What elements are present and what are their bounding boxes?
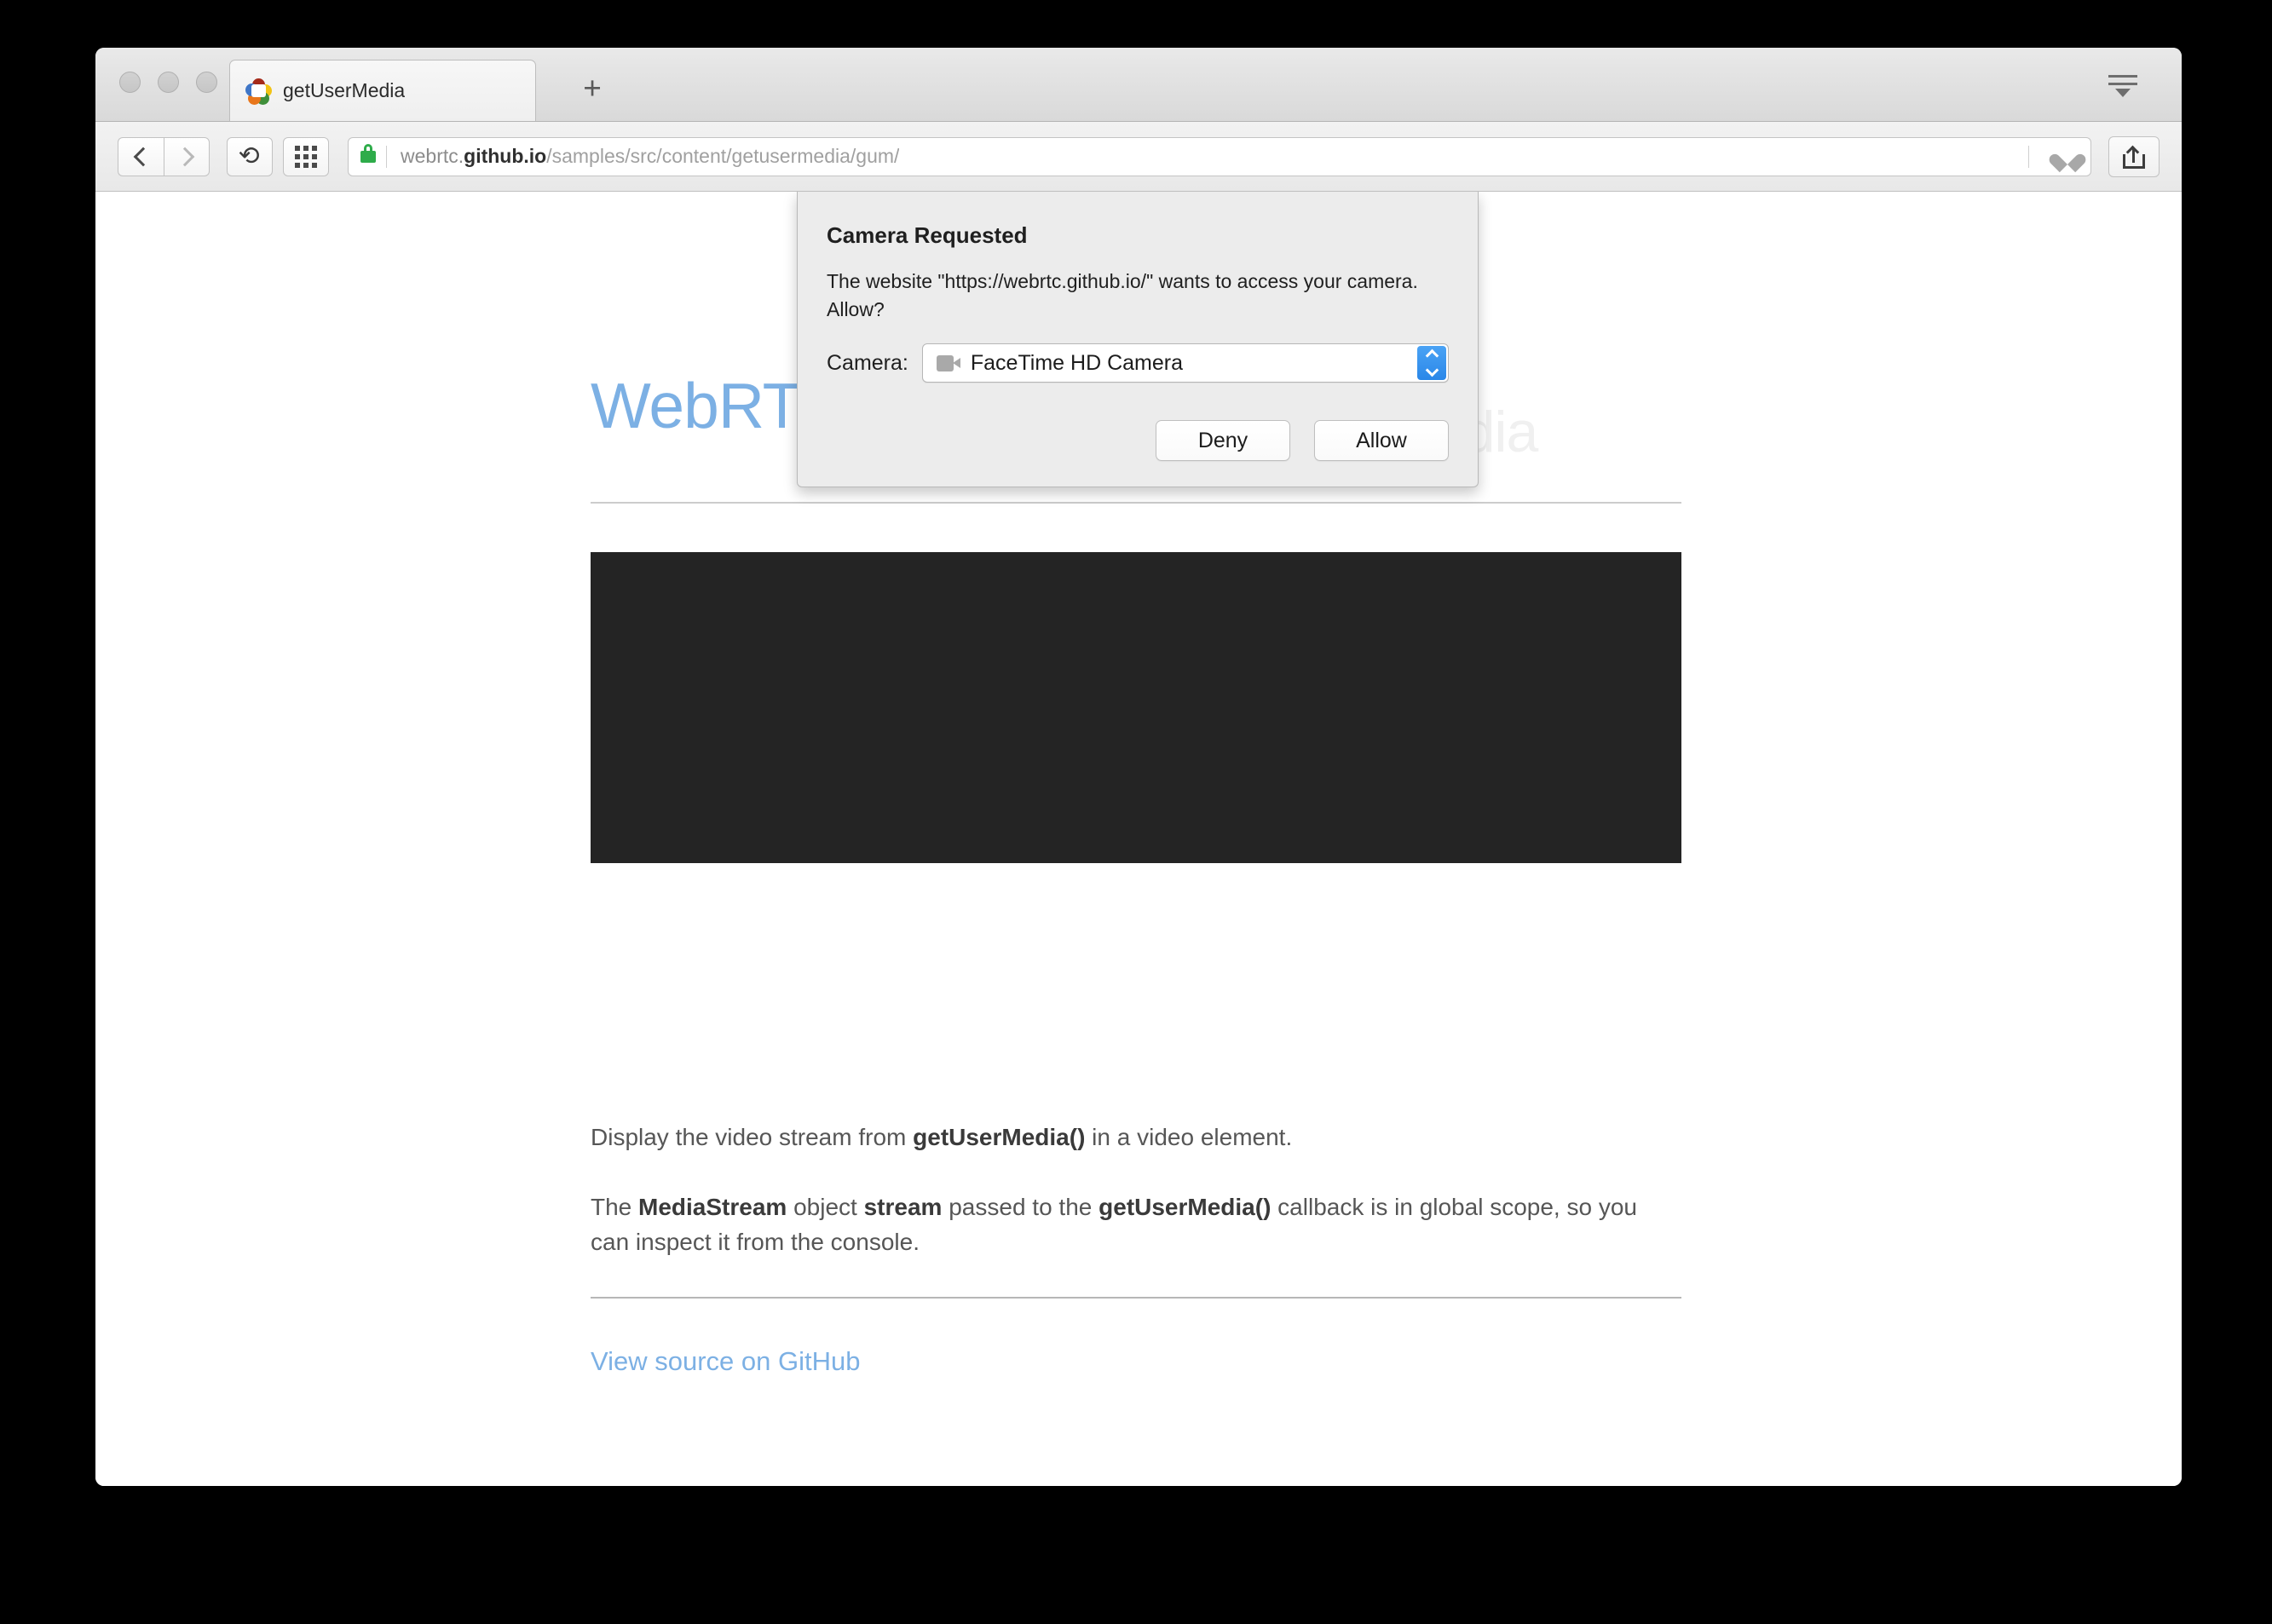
camera-permission-dialog: Camera Requested The website "https://we… <box>797 192 1479 488</box>
divider-bottom <box>591 1297 1681 1299</box>
dialog-buttons: Deny Allow <box>827 420 1449 462</box>
tab-bar: getUserMedia + <box>95 48 2182 122</box>
new-tab-button[interactable]: + <box>573 70 612 109</box>
grid-icon <box>295 145 317 168</box>
camera-label: Camera: <box>827 350 908 375</box>
tab-title: getUserMedia <box>283 79 406 101</box>
dialog-message: The website "https://webrtc.github.io/" … <box>827 270 1418 320</box>
page-viewport: getUserMedia WebRTC samples Display the … <box>95 192 2182 1486</box>
webrtc-logo-icon <box>245 78 272 105</box>
url-domain: github.io <box>464 145 547 167</box>
camera-icon <box>936 354 960 371</box>
url-path: /samples/src/content/getusermedia/gum/ <box>546 145 900 167</box>
divider-top <box>591 502 1681 504</box>
window-controls <box>119 72 217 93</box>
heart-icon[interactable] <box>2056 147 2079 167</box>
browser-toolbar: ⟳ webrtc.github.io/samples/src/content/g… <box>95 122 2182 192</box>
reload-button[interactable]: ⟳ <box>227 136 273 176</box>
show-favorites-button[interactable] <box>283 136 329 176</box>
share-icon <box>2123 145 2145 169</box>
chevron-right-icon <box>175 147 195 166</box>
forward-button[interactable] <box>164 136 210 176</box>
tab-getusermedia[interactable]: getUserMedia <box>229 60 536 121</box>
back-button[interactable] <box>118 136 164 176</box>
dialog-title: Camera Requested <box>827 222 1028 248</box>
address-bar[interactable]: webrtc.github.io/samples/src/content/get… <box>348 136 2091 176</box>
url-divider <box>386 145 387 168</box>
close-button[interactable] <box>119 72 141 93</box>
description-paragraph-2: The MediaStream object stream passed to … <box>591 1194 1637 1255</box>
camera-select[interactable]: FaceTime HD Camera <box>921 343 1449 383</box>
allow-button[interactable]: Allow <box>1314 420 1449 462</box>
url-prefix: webrtc. <box>401 145 464 167</box>
tab-overview-icon[interactable] <box>2108 73 2142 101</box>
address-bar-trailing <box>2028 145 2079 168</box>
minimize-button[interactable] <box>158 72 179 93</box>
chevron-left-icon <box>133 147 153 166</box>
reload-icon: ⟳ <box>239 141 261 170</box>
description-paragraph-1: Display the video stream from getUserMed… <box>591 1124 1293 1150</box>
view-source-link[interactable]: View source on GitHub <box>591 1346 860 1377</box>
camera-selected-value: FaceTime HD Camera <box>970 350 1183 375</box>
camera-select-row: Camera: FaceTime HD Camera <box>827 343 1449 383</box>
safari-window: getUserMedia + ⟳ webrtc.github.io/sample… <box>95 48 2182 1486</box>
deny-button[interactable]: Deny <box>1156 420 1290 462</box>
zoom-button[interactable] <box>196 72 217 93</box>
video-element[interactable] <box>591 552 1681 863</box>
url-text: webrtc.github.io/samples/src/content/get… <box>401 145 899 168</box>
url-divider-right <box>2028 145 2029 168</box>
stepper-up-down-icon[interactable] <box>1417 346 1446 381</box>
share-button[interactable] <box>2108 135 2160 177</box>
lock-icon <box>360 143 376 163</box>
